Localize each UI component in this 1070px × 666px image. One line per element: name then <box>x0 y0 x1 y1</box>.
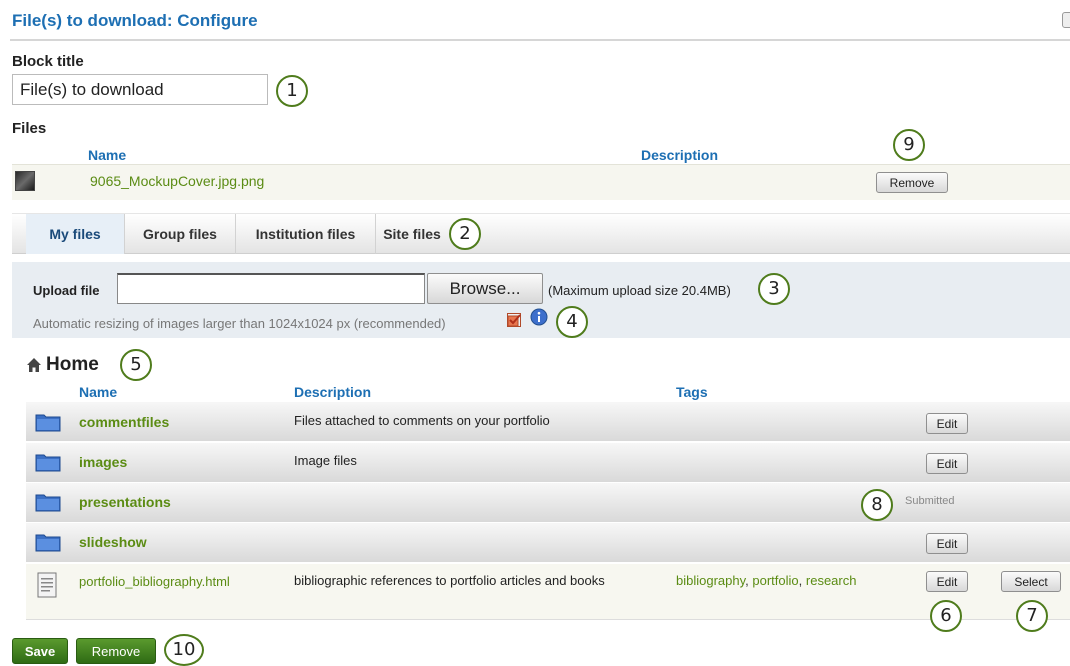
table-row <box>26 443 1070 482</box>
tag-separator: , <box>798 573 803 588</box>
block-title-input[interactable] <box>12 74 268 105</box>
edit-button[interactable]: Edit <box>926 453 968 474</box>
row-name[interactable]: slideshow <box>79 534 147 550</box>
files-description-header: Description <box>641 147 719 163</box>
row-name[interactable]: presentations <box>79 494 171 510</box>
tag-link[interactable]: bibliography <box>676 573 745 588</box>
callout-7: 7 <box>1016 600 1048 632</box>
callout-10: 10 <box>164 634 204 666</box>
row-description: Image files <box>294 453 357 468</box>
dialog-title: File(s) to download: Configure <box>12 11 258 30</box>
home-breadcrumb[interactable]: Home <box>46 354 99 376</box>
remove-file-button[interactable]: Remove <box>876 172 948 193</box>
callout-8: 8 <box>861 489 893 521</box>
folder-icon <box>35 494 61 512</box>
row-description: bibliographic references to portfolio ar… <box>294 573 605 588</box>
edit-button[interactable]: Edit <box>926 533 968 554</box>
tab-my-files[interactable]: My files <box>26 214 125 254</box>
max-upload-size: (Maximum upload size 20.4MB) <box>548 283 731 298</box>
submitted-status: Submitted <box>905 495 955 507</box>
files-name-header: Name <box>88 147 127 163</box>
tab-group-files[interactable]: Group files <box>125 214 236 254</box>
browse-button[interactable]: Browse... <box>427 273 543 304</box>
tag-link[interactable]: research <box>806 573 857 588</box>
save-button[interactable]: Save <box>12 638 68 664</box>
folder-icon <box>35 534 61 552</box>
row-name[interactable]: images <box>79 454 127 470</box>
callout-6: 6 <box>930 600 962 632</box>
block-title-label: Block title <box>12 53 84 70</box>
folder-icon <box>35 454 61 472</box>
files-label: Files <box>12 120 47 137</box>
callout-1: 1 <box>276 75 308 107</box>
browser-name-header: Name <box>79 384 118 400</box>
callout-9: 9 <box>893 129 925 161</box>
row-name[interactable]: portfolio_bibliography.html <box>79 574 230 589</box>
tag-link[interactable]: portfolio <box>752 573 798 588</box>
edit-button[interactable]: Edit <box>926 413 968 434</box>
callout-4: 4 <box>556 306 588 338</box>
row-description: Files attached to comments on your portf… <box>294 413 550 428</box>
tabs-bar: My files Group files Institution files S… <box>12 213 1070 254</box>
select-button[interactable]: Select <box>1001 571 1061 592</box>
callout-2: 2 <box>449 218 481 250</box>
row-tags: bibliography, portfolio, research <box>676 573 856 588</box>
callout-3: 3 <box>758 273 790 305</box>
checkbox-checked-icon[interactable] <box>507 313 521 327</box>
edit-button[interactable]: Edit <box>926 571 968 592</box>
folder-icon <box>35 414 61 432</box>
tab-institution-files[interactable]: Institution files <box>236 214 376 254</box>
tab-site-files[interactable]: Site files <box>376 214 448 254</box>
title-divider <box>10 39 1070 41</box>
upload-file-input[interactable] <box>117 273 425 304</box>
image-thumbnail-icon <box>15 171 35 191</box>
home-icon[interactable] <box>26 357 42 373</box>
upload-file-label: Upload file <box>33 283 100 298</box>
resize-note: Automatic resizing of images larger than… <box>33 316 446 331</box>
tag-separator: , <box>745 573 749 588</box>
attached-file-name[interactable]: 9065_MockupCover.jpg.png <box>90 173 264 189</box>
document-icon <box>37 572 57 598</box>
close-icon[interactable] <box>1062 12 1070 28</box>
browser-tags-header: Tags <box>676 384 708 400</box>
browser-description-header: Description <box>294 384 372 400</box>
remove-block-button[interactable]: Remove <box>76 638 156 664</box>
callout-5: 5 <box>120 349 152 381</box>
table-row <box>26 523 1070 562</box>
row-name[interactable]: commentfiles <box>79 414 169 430</box>
info-icon[interactable] <box>530 308 548 326</box>
